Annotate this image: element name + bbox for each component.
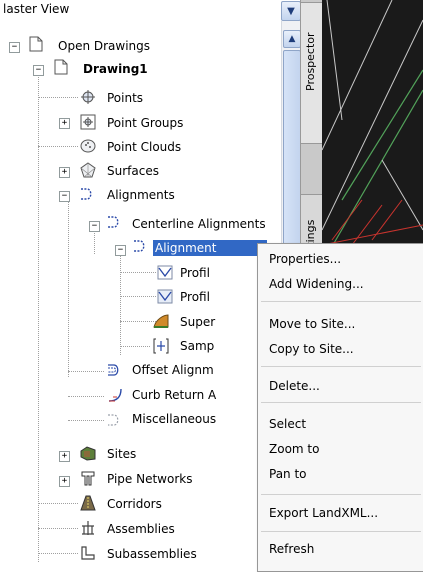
tree-item-point-clouds[interactable]: Point Clouds: [107, 140, 181, 154]
surfaces-icon: [80, 162, 96, 178]
tree-item-sites[interactable]: Sites: [107, 447, 136, 461]
tree-line: [120, 249, 121, 355]
sites-icon: [80, 446, 96, 461]
menu-item-move-to-site[interactable]: Move to Site...: [269, 317, 355, 331]
sample-lines-icon: [153, 338, 169, 354]
tree-item-subassemblies[interactable]: Subassemblies: [107, 547, 197, 561]
tree-item-centerline-alignments[interactable]: Centerline Alignments: [132, 217, 266, 231]
tree-item-surfaces[interactable]: Surfaces: [107, 164, 159, 178]
menu-separator: [261, 531, 421, 532]
alignment-icon: [108, 216, 119, 228]
expand-toggle[interactable]: +: [59, 167, 70, 178]
alignment-icon: [81, 188, 92, 200]
tree-item-offset-alignments[interactable]: Offset Alignm: [132, 363, 214, 377]
menu-item-properties[interactable]: Properties...: [269, 252, 341, 266]
profile-icon: [157, 265, 173, 280]
prospector-tree: − Open Drawings − Drawing1 Points + Poin…: [0, 21, 281, 570]
point-groups-icon: [80, 114, 96, 130]
view-selector-text: laster View: [3, 2, 70, 16]
tree-item-open-drawings[interactable]: Open Drawings: [58, 39, 150, 53]
offset-alignment-icon: [108, 364, 119, 376]
corridors-icon: [80, 495, 96, 511]
menu-item-select[interactable]: Select: [269, 417, 306, 431]
collapse-toggle[interactable]: −: [115, 245, 126, 256]
tree-item-curb-return-alignments[interactable]: Curb Return A: [132, 388, 216, 402]
menu-item-pan-to[interactable]: Pan to: [269, 467, 307, 481]
tree-item-superelevation[interactable]: Super: [180, 315, 215, 329]
tree-item-drawing1[interactable]: Drawing1: [83, 62, 148, 76]
curb-return-icon: [108, 388, 122, 402]
collapse-toggle[interactable]: −: [89, 221, 100, 232]
superelevation-icon: [153, 314, 169, 328]
tree-item-points[interactable]: Points: [107, 91, 143, 105]
drawings-icon: [29, 36, 43, 52]
tab-prospector-label: Prospector: [304, 32, 317, 91]
tree-item-point-groups[interactable]: Point Groups: [107, 116, 183, 130]
scroll-up-arrow-icon[interactable]: ▲: [283, 30, 301, 48]
tree-item-assemblies[interactable]: Assemblies: [107, 522, 175, 536]
points-icon: [81, 90, 95, 104]
collapse-toggle[interactable]: −: [9, 42, 20, 53]
tree-line: [68, 202, 69, 377]
menu-item-export-landxml[interactable]: Export LandXML...: [269, 506, 378, 520]
tree-item-corridors[interactable]: Corridors: [107, 497, 162, 511]
expand-toggle[interactable]: +: [59, 476, 70, 487]
alignment-icon: [134, 240, 145, 252]
subassemblies-icon: [81, 546, 95, 560]
menu-separator: [261, 494, 421, 495]
menu-item-add-widening[interactable]: Add Widening...: [269, 277, 364, 291]
menu-item-delete[interactable]: Delete...: [269, 379, 320, 393]
miscellaneous-alignment-icon: [108, 414, 119, 426]
context-menu: Properties... Add Widening... Move to Si…: [257, 243, 423, 572]
pipe-networks-icon: [81, 471, 95, 486]
tab-prospector[interactable]: Prospector: [300, 2, 324, 144]
profile-view-icon: [157, 289, 173, 304]
menu-item-refresh[interactable]: Refresh: [269, 542, 314, 556]
tree-item-profile-views[interactable]: Profil: [180, 290, 210, 304]
menu-item-zoom-to[interactable]: Zoom to: [269, 442, 319, 456]
menu-separator: [261, 402, 421, 403]
tree-item-miscellaneous-alignments[interactable]: Miscellaneous: [132, 412, 216, 426]
collapse-toggle[interactable]: −: [59, 191, 70, 202]
assemblies-icon: [82, 521, 94, 535]
expand-toggle[interactable]: +: [59, 118, 70, 129]
chevron-down-icon[interactable]: ▼: [281, 1, 301, 21]
expand-toggle[interactable]: +: [59, 451, 70, 462]
tree-line: [38, 66, 39, 562]
menu-item-copy-to-site[interactable]: Copy to Site...: [269, 342, 354, 356]
collapse-toggle[interactable]: −: [33, 65, 44, 76]
tree-item-alignments[interactable]: Alignments: [107, 188, 175, 202]
view-selector[interactable]: laster View ▼: [0, 0, 301, 22]
tree-item-profiles[interactable]: Profil: [180, 266, 210, 280]
tree-item-sample-lines[interactable]: Samp: [180, 339, 214, 353]
point-clouds-icon: [80, 139, 96, 153]
menu-separator: [261, 366, 421, 367]
tree-item-alignment-selected[interactable]: Alignment: [153, 240, 267, 256]
menu-separator: [261, 301, 421, 302]
drawing-icon: [54, 59, 68, 75]
tree-item-pipe-networks[interactable]: Pipe Networks: [107, 472, 192, 486]
